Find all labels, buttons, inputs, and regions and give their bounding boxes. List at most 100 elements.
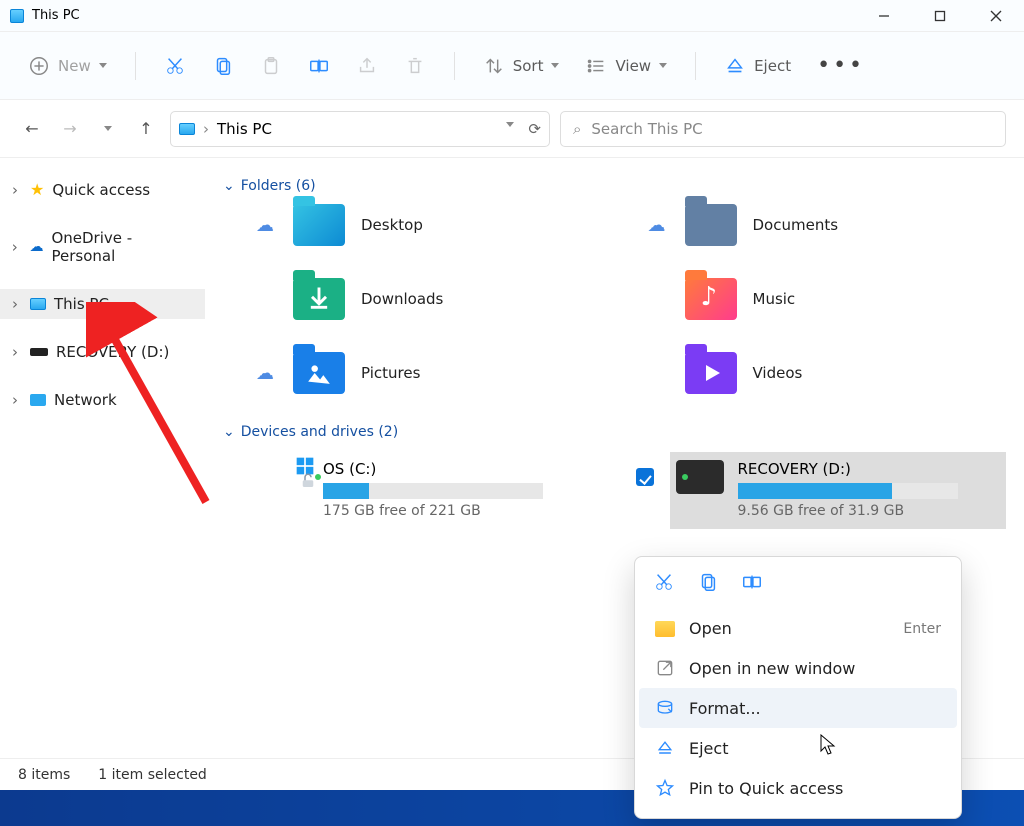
network-icon (30, 394, 46, 406)
sidebar-item-label: RECOVERY (D:) (56, 343, 169, 361)
scissors-icon (164, 55, 186, 77)
up-button[interactable]: ↑ (132, 115, 160, 143)
folder-music[interactable]: ♪ Music (645, 278, 1007, 320)
chevron-down-icon: ⌄ (223, 424, 235, 440)
folder-icon (293, 204, 345, 246)
sidebar-item-label: Network (54, 391, 117, 409)
paste-button[interactable] (250, 49, 292, 83)
share-button[interactable] (346, 49, 388, 83)
ctx-open-new-window[interactable]: Open in new window (639, 648, 957, 688)
copy-icon (212, 55, 234, 77)
group-folders-header[interactable]: ⌄ Folders (6) (223, 178, 1006, 194)
drive-icon (676, 460, 724, 494)
folder-label: Documents (753, 216, 839, 234)
ctx-eject[interactable]: Eject (639, 728, 957, 768)
sort-button[interactable]: Sort (473, 49, 570, 83)
minimize-button[interactable] (856, 0, 912, 32)
separator (454, 52, 455, 80)
new-button[interactable]: New (18, 49, 117, 83)
copy-button[interactable] (202, 49, 244, 83)
sidebar-item-onedrive[interactable]: ›☁OneDrive - Personal (0, 223, 205, 271)
unlock-icon (299, 472, 317, 490)
history-button[interactable] (94, 115, 122, 143)
rename-button[interactable] (298, 49, 340, 83)
ctx-label: Pin to Quick access (689, 779, 843, 798)
sidebar-item-label: Quick access (52, 181, 150, 199)
drive-os-c[interactable]: OS (C:) 175 GB free of 221 GB (303, 452, 640, 529)
ctx-label: Open in new window (689, 659, 855, 678)
sort-icon (483, 55, 505, 77)
folder-label: Videos (753, 364, 803, 382)
drive-name: RECOVERY (D:) (738, 460, 997, 478)
eject-button[interactable]: Eject (714, 49, 801, 83)
drive-recovery-d[interactable]: RECOVERY (D:) 9.56 GB free of 31.9 GB (670, 452, 1007, 529)
sidebar-item-network[interactable]: ›Network (0, 385, 205, 415)
close-button[interactable] (968, 0, 1024, 32)
nav-row: ← → ↑ › This PC ⟳ ⌕ Search This PC (0, 100, 1024, 158)
eject-icon (724, 55, 746, 77)
chevron-down-icon (99, 63, 107, 68)
sidebar-item-label: OneDrive - Personal (51, 229, 195, 265)
cloud-icon: ☁ (29, 239, 43, 255)
separator (135, 52, 136, 80)
ctx-rename-button[interactable] (741, 571, 763, 597)
status-count: 8 items (18, 767, 70, 783)
group-label: Devices and drives (2) (241, 424, 398, 440)
group-drives-header[interactable]: ⌄ Devices and drives (2) (223, 424, 1006, 440)
star-icon: ★ (30, 180, 44, 199)
folder-icon: ♪ (685, 278, 737, 320)
ctx-open[interactable]: Open Enter (639, 609, 957, 648)
ctx-pin[interactable]: Pin to Quick access (639, 768, 957, 808)
folder-icon (685, 352, 737, 394)
folder-pictures[interactable]: ☁ Pictures (253, 352, 615, 394)
sidebar-item-label: This PC (54, 295, 109, 313)
sidebar-item-quick-access[interactable]: ›★Quick access (0, 174, 205, 205)
ctx-shortcut: Enter (903, 621, 941, 637)
delete-button[interactable] (394, 49, 436, 83)
folder-desktop[interactable]: ☁ Desktop (253, 204, 615, 246)
forward-button[interactable]: → (56, 115, 84, 143)
folder-documents[interactable]: ☁ Documents (645, 204, 1007, 246)
folder-open-icon (655, 621, 675, 637)
cloud-icon: ☁ (645, 215, 669, 236)
window-title: This PC (32, 8, 80, 23)
folder-icon (293, 352, 345, 394)
chevron-down-icon[interactable] (506, 122, 514, 127)
folder-label: Pictures (361, 364, 420, 382)
app-icon (10, 9, 24, 23)
folder-downloads[interactable]: Downloads (253, 278, 615, 320)
pc-icon (179, 123, 195, 135)
copy-icon (697, 571, 719, 593)
search-icon: ⌕ (573, 120, 581, 138)
view-button[interactable]: View (575, 49, 677, 83)
search-box[interactable]: ⌕ Search This PC (560, 111, 1006, 147)
sidebar-item-recovery[interactable]: ›RECOVERY (D:) (0, 337, 205, 367)
paste-icon (260, 55, 282, 77)
format-icon (655, 698, 675, 718)
cut-button[interactable] (154, 49, 196, 83)
folder-icon (293, 278, 345, 320)
address-path: This PC (217, 120, 272, 138)
eject-icon (655, 738, 675, 758)
drive-free-text: 175 GB free of 221 GB (323, 503, 630, 519)
address-bar[interactable]: › This PC ⟳ (170, 111, 550, 147)
ctx-cut-button[interactable] (653, 571, 675, 597)
back-button[interactable]: ← (18, 115, 46, 143)
eject-label: Eject (754, 57, 791, 75)
ctx-copy-button[interactable] (697, 571, 719, 597)
refresh-button[interactable]: ⟳ (528, 120, 541, 138)
capacity-bar (738, 483, 958, 499)
status-selection: 1 item selected (98, 767, 207, 783)
folder-label: Downloads (361, 290, 443, 308)
folder-videos[interactable]: Videos (645, 352, 1007, 394)
cloud-icon: ☁ (253, 215, 277, 236)
new-label: New (58, 57, 91, 75)
more-button[interactable]: ••• (807, 47, 875, 84)
ctx-format[interactable]: Format... (639, 688, 957, 728)
rename-icon (308, 55, 330, 77)
external-icon (655, 658, 675, 678)
share-icon (356, 55, 378, 77)
sidebar-item-this-pc[interactable]: ›This PC (0, 289, 205, 319)
maximize-button[interactable] (912, 0, 968, 32)
drive-name: OS (C:) (323, 460, 630, 478)
